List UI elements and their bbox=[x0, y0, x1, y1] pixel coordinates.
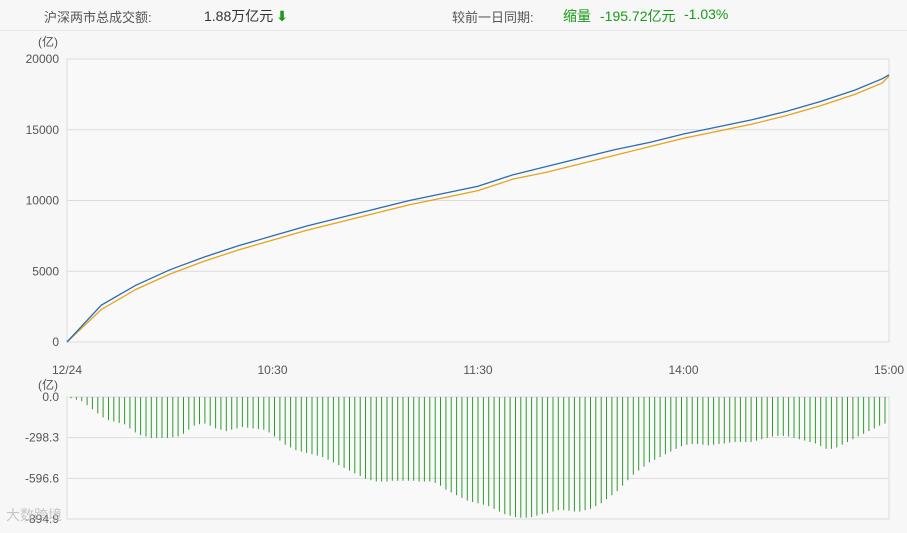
bar-y-tick-label: 0.0 bbox=[42, 390, 59, 404]
y-tick-label: 0 bbox=[52, 335, 59, 349]
bar-y-tick-label: -596.6 bbox=[25, 471, 59, 485]
turnover-line-chart: (亿)0500010000150002000012/24 10:30 11:30 14… bbox=[26, 34, 905, 377]
total-turnover-label: 沪深两市总成交额: bbox=[44, 10, 152, 25]
y-unit-label: (亿) bbox=[38, 34, 58, 49]
total-turnover-amount: 1.88万亿元 bbox=[204, 8, 274, 24]
summary-header: 沪深两市总成交额: 1.88万亿元 ⬇ 较前一日同期: 缩量 -195.72亿元 … bbox=[0, 0, 907, 31]
y-tick-label: 10000 bbox=[26, 194, 60, 208]
bar-y-tick-label: -298.3 bbox=[25, 431, 59, 445]
y-tick-label: 5000 bbox=[32, 264, 59, 278]
total-turnover-value: 1.88万亿元 ⬇ bbox=[204, 6, 288, 26]
change-percent: -1.03% bbox=[684, 6, 729, 22]
watermark-logo: 大数跨境 bbox=[6, 505, 62, 525]
down-arrow-icon: ⬇ bbox=[276, 8, 288, 24]
y-tick-label: 15000 bbox=[26, 123, 60, 137]
change-value: -195.72亿元 bbox=[600, 8, 676, 24]
watermark-text: 大数跨境 bbox=[6, 507, 62, 523]
change-tag: 缩量 bbox=[563, 8, 591, 24]
difference-bar-chart: (亿)0.0-298.3-596.6-894.9 bbox=[25, 377, 890, 526]
compare-label: 较前一日同期: bbox=[452, 10, 534, 25]
y-tick-label: 20000 bbox=[26, 52, 60, 66]
